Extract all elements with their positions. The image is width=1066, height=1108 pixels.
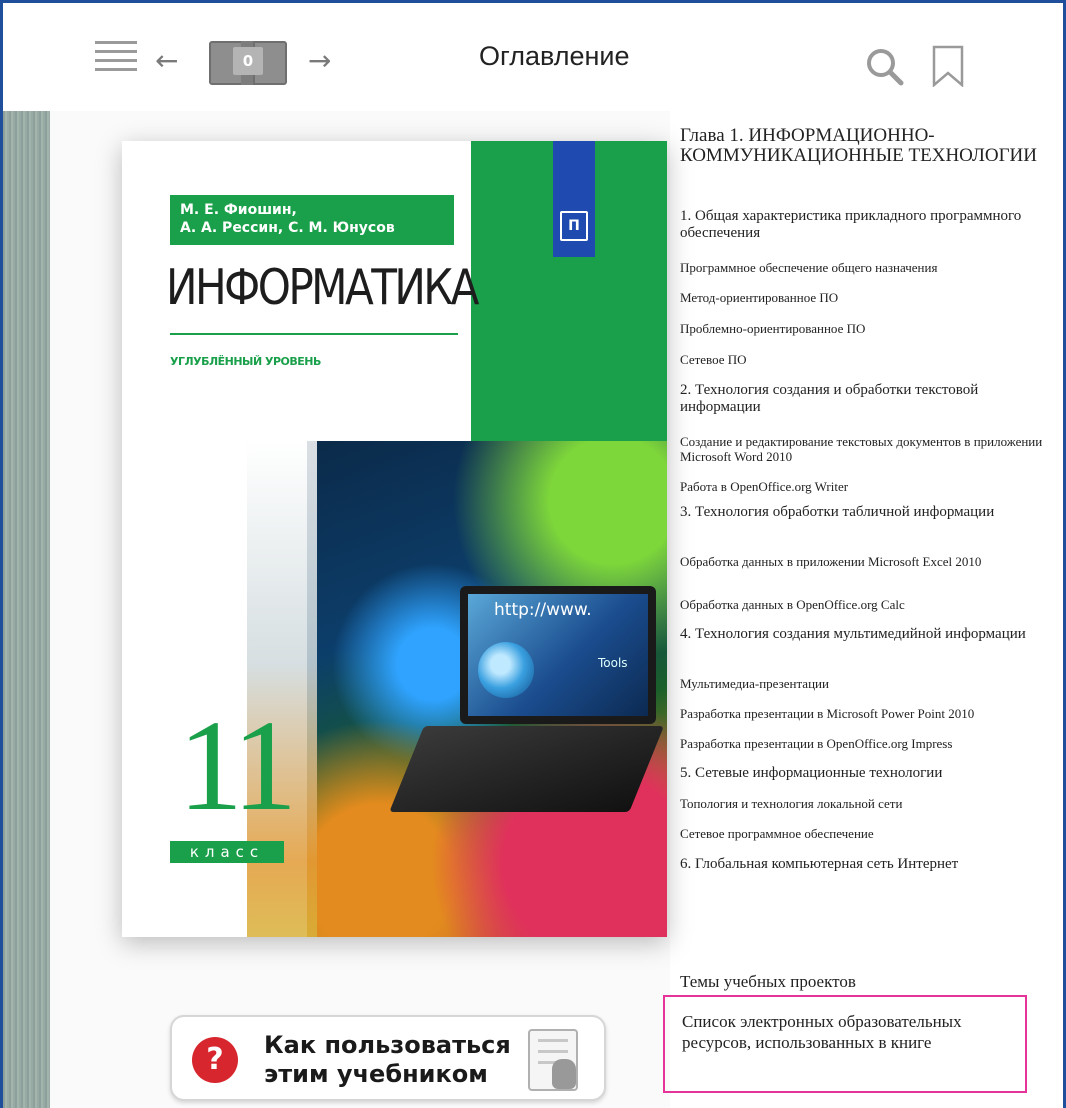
toc-item[interactable]: Сетевое программное обеспечение	[680, 826, 1052, 841]
book-cover[interactable]: П М. Е. Фиошин, А. А. Рессин, С. М. Юнус…	[122, 141, 667, 937]
page-title: Оглавление	[479, 41, 630, 71]
toc-item[interactable]: 3. Технология обработки табличной информ…	[680, 504, 1052, 521]
level-label: УГЛУБЛЁННЫЙ УРОВЕНЬ	[170, 355, 321, 368]
toc-item[interactable]: 4. Технология создания мультимедийной ин…	[680, 626, 1052, 643]
laptop-illustration: http://www. Tools	[389, 586, 664, 818]
publisher-tag: П	[553, 141, 595, 257]
arrow-left-icon[interactable]: ←	[155, 41, 178, 81]
page-edge-pattern	[3, 111, 50, 1108]
authors-box: М. Е. Фиошин, А. А. Рессин, С. М. Юнусов	[170, 195, 454, 245]
book-title: ИНФОРМАТИКА	[166, 259, 479, 316]
toc-item[interactable]: 5. Сетевые информационные технологии	[680, 765, 1052, 782]
screen-url: http://www.	[494, 600, 592, 620]
toc-item[interactable]: Разработка презентации в Microsoft Power…	[680, 706, 1052, 721]
tap-hand-icon	[528, 1029, 578, 1091]
globe-icon	[478, 642, 534, 698]
toc-item[interactable]: Работа в OpenOffice.org Writer	[680, 479, 1052, 494]
toc-chapter-1[interactable]: Глава 1. ИНФОРМАЦИОННО-КОММУНИКАЦИОННЫЕ …	[680, 126, 1052, 166]
toc-item[interactable]: Топология и технология локальной сети	[680, 796, 1052, 811]
screen-tools: Tools	[598, 656, 628, 670]
toc-item[interactable]: 2. Технология создания и обработки текст…	[680, 382, 1052, 416]
help-line-2: этим учебником	[264, 1060, 488, 1088]
toc-item[interactable]: Создание и редактирование текстовых доку…	[680, 434, 1052, 464]
help-button-label: Как пользоваться этим учебником	[264, 1031, 511, 1089]
toc-item[interactable]: Сетевое ПО	[680, 352, 1052, 367]
toc-item[interactable]: Метод-ориентированное ПО	[680, 290, 1052, 305]
arrow-right-icon[interactable]: →	[308, 41, 331, 81]
toc-item[interactable]: Мультимедиа-презентации	[680, 676, 1052, 691]
toc-item[interactable]: Программное обеспечение общего назначени…	[680, 260, 1052, 275]
how-to-use-button[interactable]: ? Как пользоваться этим учебником	[170, 1015, 606, 1101]
toc-item[interactable]: Обработка данных в OpenOffice.org Calc	[680, 597, 1052, 612]
toc-item[interactable]: 1. Общая характеристика прикладного прог…	[680, 208, 1052, 242]
publisher-logo-icon: П	[560, 211, 588, 241]
authors-line-2: А. А. Рессин, С. М. Юнусов	[180, 220, 395, 236]
menu-icon[interactable]	[95, 41, 137, 81]
authors-line-1: М. Е. Фиошин,	[180, 202, 297, 218]
toolbar: ← 0 → Оглавление	[3, 3, 1063, 111]
grade-number: 11	[178, 694, 297, 838]
toc-item[interactable]: Проблемно-ориентированное ПО	[680, 321, 1052, 336]
bookmark-icon[interactable]	[931, 45, 965, 88]
toc-item[interactable]: Обработка данных в приложении Microsoft …	[680, 554, 1052, 569]
question-icon: ?	[192, 1037, 238, 1083]
help-line-1: Как пользоваться	[264, 1031, 511, 1059]
search-icon[interactable]	[865, 47, 905, 87]
title-divider	[170, 333, 458, 335]
toc-projects[interactable]: Темы учебных проектов	[680, 972, 1052, 992]
selection-highlight	[663, 995, 1027, 1093]
grade-label: класс	[170, 841, 284, 863]
bookmarks-count: 0	[233, 47, 263, 75]
toc-item[interactable]: Разработка презентации в OpenOffice.org …	[680, 736, 1052, 751]
book-counter-icon[interactable]: 0	[209, 41, 287, 87]
toc-item[interactable]: 6. Глобальная компьютерная сеть Интернет	[680, 856, 1052, 873]
